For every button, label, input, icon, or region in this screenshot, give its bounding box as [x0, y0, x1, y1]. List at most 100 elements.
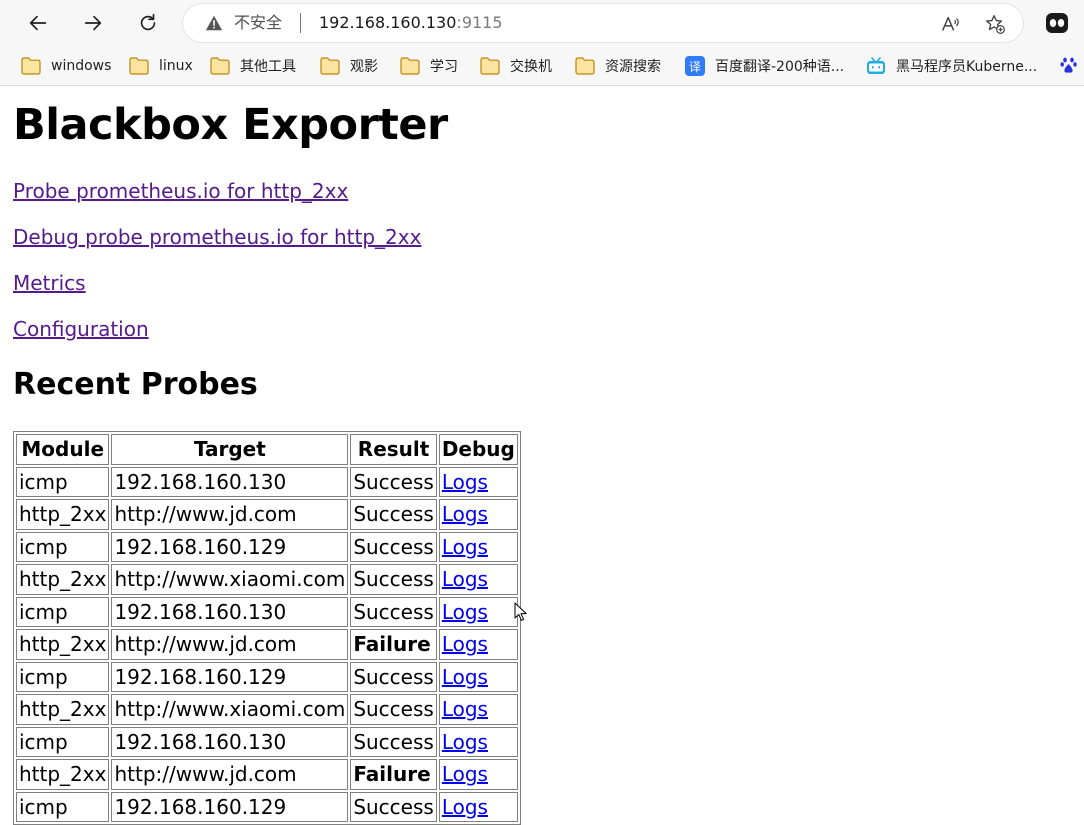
cell-module: icmp: [16, 791, 110, 822]
logs-link[interactable]: Logs: [442, 665, 488, 689]
translate-icon: 译: [685, 56, 705, 76]
read-aloud-icon[interactable]: [939, 13, 961, 35]
cell-module: icmp: [16, 596, 110, 627]
logs-link[interactable]: Logs: [442, 730, 488, 754]
warning-icon[interactable]: [205, 14, 223, 32]
probe-link[interactable]: Probe prometheus.io for http_2xx: [13, 178, 348, 204]
back-button[interactable]: [22, 7, 54, 39]
extension-icon[interactable]: [1044, 10, 1070, 36]
cell-debug: Logs: [438, 596, 518, 627]
bookmark-label: 黑马程序员Kuberne...: [896, 59, 1038, 75]
logs-link[interactable]: Logs: [442, 697, 488, 721]
folder-icon: [575, 57, 595, 75]
cell-debug: Logs: [438, 466, 518, 497]
logs-link[interactable]: Logs: [442, 632, 488, 656]
debug-probe-link[interactable]: Debug probe prometheus.io for http_2xx: [13, 224, 421, 250]
bookmark-label: 百度翻译-200种语...: [715, 59, 845, 75]
cell-target: http://www.jd.com: [111, 759, 349, 790]
table-row: icmp 192.168.160.130 Success Logs: [16, 596, 518, 627]
cell-module: http_2xx: [16, 564, 110, 595]
url-host: 192.168.160.130: [319, 13, 457, 32]
header-target: Target: [111, 434, 349, 465]
bookmark-linux[interactable]: linux: [129, 55, 193, 77]
bookmark-label: 资源搜索: [605, 59, 661, 75]
header-result: Result: [350, 434, 437, 465]
bookmark-label: 观影: [350, 59, 378, 75]
folder-icon: [480, 57, 500, 75]
forward-button[interactable]: [77, 7, 109, 39]
folder-icon: [320, 57, 340, 75]
table-row: http_2xx http://www.jd.com Success Logs: [16, 499, 518, 530]
arrow-left-icon: [29, 15, 47, 31]
table-body: icmp 192.168.160.130 Success Logs http_2xx ht…: [16, 466, 518, 822]
folder-icon: [129, 57, 149, 75]
bookmark-label: windows: [51, 58, 112, 74]
bookmark-switch[interactable]: 交换机: [480, 55, 552, 77]
url-port: :9115: [456, 13, 503, 32]
cell-result: Failure: [350, 629, 437, 660]
favorite-add-icon[interactable]: [984, 13, 1006, 35]
cell-debug: Logs: [438, 564, 518, 595]
address-bar[interactable]: 不安全 192.168.160.130:9115: [183, 4, 1023, 42]
cell-target: 192.168.160.129: [111, 531, 349, 562]
table-row: icmp 192.168.160.129 Success Logs: [16, 661, 518, 692]
cell-target: http://www.jd.com: [111, 629, 349, 660]
cell-target: 192.168.160.130: [111, 466, 349, 497]
cell-target: http://www.xiaomi.com: [111, 564, 349, 595]
folder-icon: [400, 57, 420, 75]
logs-link[interactable]: Logs: [442, 470, 488, 494]
logs-link[interactable]: Logs: [442, 795, 488, 819]
cell-target: 192.168.160.129: [111, 791, 349, 822]
bookmark-movies[interactable]: 观影: [320, 55, 378, 77]
cell-result: Success: [350, 564, 437, 595]
recent-probes-table: Module Target Result Debug icmp 192.168.1…: [13, 431, 521, 825]
bookmark-study[interactable]: 学习: [400, 55, 458, 77]
baidu-paw-icon[interactable]: [1060, 56, 1078, 74]
cell-result: Success: [350, 499, 437, 530]
bookmark-other-tools[interactable]: 其他工具: [210, 55, 296, 77]
bookmark-baidu-translate[interactable]: 译 百度翻译-200种语...: [685, 55, 844, 77]
cell-debug: Logs: [438, 499, 518, 530]
page-title: Blackbox Exporter: [13, 100, 448, 150]
bookmark-windows[interactable]: windows: [21, 55, 111, 77]
cell-module: http_2xx: [16, 629, 110, 660]
refresh-button[interactable]: [132, 7, 164, 39]
cell-result: Success: [350, 531, 437, 562]
browser-toolbar: 不安全 192.168.160.130:9115: [0, 0, 1084, 46]
page-content: Blackbox Exporter Probe prometheus.io fo…: [0, 87, 1084, 825]
logs-link[interactable]: Logs: [442, 567, 488, 591]
logs-link[interactable]: Logs: [442, 600, 488, 624]
cell-result: Success: [350, 694, 437, 725]
logs-link[interactable]: Logs: [442, 502, 488, 526]
bookmark-label: 交换机: [510, 59, 552, 75]
folder-icon: [21, 57, 41, 75]
insecure-label[interactable]: 不安全: [234, 14, 282, 32]
logs-link[interactable]: Logs: [442, 535, 488, 559]
cell-result: Failure: [350, 759, 437, 790]
table-row: icmp 192.168.160.129 Success Logs: [16, 791, 518, 822]
cell-debug: Logs: [438, 791, 518, 822]
table-row: http_2xx http://www.jd.com Failure Logs: [16, 759, 518, 790]
configuration-link[interactable]: Configuration: [13, 316, 149, 342]
cell-target: http://www.jd.com: [111, 499, 349, 530]
url-text[interactable]: 192.168.160.130:9115: [319, 14, 503, 32]
cell-module: http_2xx: [16, 694, 110, 725]
cell-result: Success: [350, 661, 437, 692]
metrics-link[interactable]: Metrics: [13, 270, 86, 296]
cell-target: 192.168.160.130: [111, 596, 349, 627]
cell-debug: Logs: [438, 531, 518, 562]
bookmark-heima-kubernetes[interactable]: 黑马程序员Kuberne...: [866, 55, 1037, 77]
table-row: icmp 192.168.160.130 Success Logs: [16, 726, 518, 757]
header-module: Module: [16, 434, 110, 465]
table-header-row: Module Target Result Debug: [16, 434, 518, 465]
bilibili-icon: [867, 57, 885, 74]
cell-debug: Logs: [438, 661, 518, 692]
folder-icon: [210, 57, 230, 75]
cell-result: Success: [350, 596, 437, 627]
logs-link[interactable]: Logs: [442, 762, 488, 786]
cell-target: 192.168.160.129: [111, 661, 349, 692]
bookmark-label: linux: [159, 58, 193, 74]
cell-target: http://www.xiaomi.com: [111, 694, 349, 725]
cell-module: icmp: [16, 466, 110, 497]
bookmark-resource-search[interactable]: 资源搜索: [575, 55, 661, 77]
